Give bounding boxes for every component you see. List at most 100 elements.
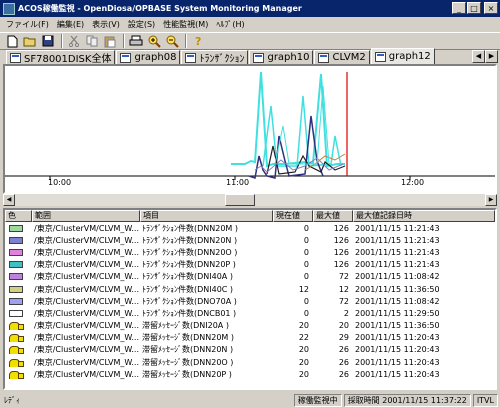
max-value-cell: 29 <box>338 333 349 343</box>
list-item[interactable]: /東京/ClusterVM/CLVM_W... ﾄﾗﾝｻﾞｸｼｮﾝ件数(DNI40… <box>5 271 495 283</box>
max-datetime-cell: 2001/11/15 11:21:43 <box>355 235 440 245</box>
current-value-cell: 0 <box>303 223 309 233</box>
graph-scrollbar[interactable]: ◀ ▶ <box>3 194 497 206</box>
tab-graph12[interactable]: graph12 <box>370 48 435 65</box>
max-value-cell: 126 <box>333 223 349 233</box>
list-item[interactable]: /東京/ClusterVM/CLVM_W... 滞留ﾒｯｾｰｼﾞ数(DNN20O … <box>5 356 495 368</box>
tab-scroll-right-icon[interactable]: ▶ <box>485 50 498 63</box>
graph-icon <box>185 52 197 63</box>
current-value-cell: 12 <box>298 284 309 294</box>
toolbar-separator <box>123 34 125 48</box>
alarm-bell-icon <box>9 321 24 331</box>
scroll-left-icon[interactable]: ◀ <box>3 194 15 206</box>
save-icon[interactable] <box>40 34 56 49</box>
item-cell: 滞留ﾒｯｾｰｼﾞ数(DNN20O ) <box>142 357 234 367</box>
alarm-bell-icon <box>9 345 24 355</box>
status-ready: ﾚﾃﾞｨ <box>4 395 20 405</box>
graph-tabs: SF78001DISK全体 graph08 ﾄﾗﾝｻﾞｸｼｮﾝ graph10 … <box>0 48 500 65</box>
tab-transaction[interactable]: ﾄﾗﾝｻﾞｸｼｮﾝ <box>181 50 249 65</box>
column-header-current[interactable]: 現在値 <box>273 210 313 222</box>
column-header-scope[interactable]: 範囲 <box>32 210 140 222</box>
list-item[interactable]: /東京/ClusterVM/CLVM_W... 滞留ﾒｯｾｰｼﾞ数(DNN20N … <box>5 344 495 356</box>
print-icon[interactable] <box>128 34 144 49</box>
tab-graph08[interactable]: graph08 <box>116 50 181 65</box>
color-cell <box>5 358 32 367</box>
tab-sf78001disk[interactable]: SF78001DISK全体 <box>6 50 116 65</box>
item-cell: ﾄﾗﾝｻﾞｸｼｮﾝ件数(DNCB01 ) <box>142 308 237 318</box>
scope-cell: /東京/ClusterVM/CLVM_W... <box>34 308 140 318</box>
current-value-cell: 20 <box>298 369 309 379</box>
copy-icon[interactable] <box>84 34 100 49</box>
new-icon[interactable] <box>4 34 20 49</box>
max-datetime-cell: 2001/11/15 11:21:43 <box>355 260 440 270</box>
current-value-cell: 0 <box>303 296 309 306</box>
list-item[interactable]: /東京/ClusterVM/CLVM_W... ﾄﾗﾝｻﾞｸｼｮﾝ件数(DNI40… <box>5 283 495 295</box>
tab-label: graph08 <box>134 52 177 63</box>
color-cell <box>5 248 32 256</box>
scroll-thumb[interactable] <box>225 194 255 206</box>
column-header-max-datetime[interactable]: 最大値記録日時 <box>353 210 495 222</box>
close-button[interactable]: × <box>484 2 498 14</box>
item-cell: ﾄﾗﾝｻﾞｸｼｮﾝ件数(DNO70A ) <box>142 296 237 306</box>
tab-graph10[interactable]: graph10 <box>249 50 314 65</box>
tab-clvm2[interactable]: CLVM2 <box>314 50 370 65</box>
list-item[interactable]: /東京/ClusterVM/CLVM_W... 滞留ﾒｯｾｰｼﾞ数(DNN20P … <box>5 368 495 380</box>
app-icon <box>3 2 15 15</box>
max-datetime-cell: 2001/11/15 11:20:43 <box>355 369 440 379</box>
max-value-cell: 20 <box>338 321 349 331</box>
item-cell: 滞留ﾒｯｾｰｼﾞ数(DNN20M ) <box>142 333 234 343</box>
list-item[interactable]: /東京/ClusterVM/CLVM_W... ﾄﾗﾝｻﾞｸｼｮﾝ件数(DNN20… <box>5 259 495 271</box>
open-icon[interactable] <box>22 34 38 49</box>
tab-label: SF78001DISK全体 <box>24 54 112 65</box>
list-item[interactable]: /東京/ClusterVM/CLVM_W... 滞留ﾒｯｾｰｼﾞ数(DNN20M … <box>5 332 495 344</box>
current-value-cell: 22 <box>298 333 309 343</box>
scope-cell: /東京/ClusterVM/CLVM_W... <box>34 284 140 294</box>
scroll-track[interactable] <box>15 194 485 206</box>
color-swatch-icon <box>9 297 23 305</box>
maximize-button[interactable]: □ <box>467 2 481 14</box>
max-datetime-cell: 2001/11/15 11:36:50 <box>355 284 440 294</box>
zoom-in-icon[interactable] <box>146 34 162 49</box>
current-value-cell: 20 <box>298 345 309 355</box>
column-header-item[interactable]: 項目 <box>140 210 273 222</box>
minimize-button[interactable]: _ <box>452 2 466 14</box>
color-cell <box>5 224 32 232</box>
item-cell: 滞留ﾒｯｾｰｼﾞ数(DNN20P ) <box>142 369 232 379</box>
max-value-cell: 12 <box>338 284 349 294</box>
max-datetime-cell: 2001/11/15 11:21:43 <box>355 223 440 233</box>
scroll-right-icon[interactable]: ▶ <box>485 194 497 206</box>
menu-edit[interactable]: 編集(E) <box>53 19 88 30</box>
zoom-out-icon[interactable] <box>164 34 180 49</box>
list-item[interactable]: /東京/ClusterVM/CLVM_W... ﾄﾗﾝｻﾞｸｼｮﾝ件数(DNO70… <box>5 295 495 307</box>
menu-settings[interactable]: 設定(S) <box>124 19 159 30</box>
list-item[interactable]: /東京/ClusterVM/CLVM_W... ﾄﾗﾝｻﾞｸｼｮﾝ件数(DNN20… <box>5 222 495 234</box>
menu-file[interactable]: ファイル(F) <box>2 19 53 30</box>
x-tick-label: 12:00 <box>401 178 425 187</box>
paste-icon[interactable] <box>102 34 118 49</box>
tab-scroll-left-icon[interactable]: ◀ <box>472 50 485 63</box>
list-item[interactable]: /東京/ClusterVM/CLVM_W... ﾄﾗﾝｻﾞｸｼｮﾝ件数(DNCB0… <box>5 307 495 319</box>
list-item[interactable]: /東京/ClusterVM/CLVM_W... ﾄﾗﾝｻﾞｸｼｮﾝ件数(DNN20… <box>5 246 495 258</box>
scope-cell: /東京/ClusterVM/CLVM_W... <box>34 223 140 233</box>
color-swatch-icon <box>9 273 23 281</box>
cut-icon[interactable] <box>66 34 82 49</box>
help-icon[interactable]: ? <box>190 34 206 49</box>
x-tick-label: 11:00 <box>226 178 250 187</box>
menu-help[interactable]: ﾍﾙﾌﾟ(H) <box>212 19 248 30</box>
color-cell <box>5 321 32 331</box>
toolbar-separator <box>185 34 187 48</box>
column-header-max[interactable]: 最大値 <box>313 210 353 222</box>
current-value-cell: 0 <box>303 272 309 282</box>
list-item[interactable]: /東京/ClusterVM/CLVM_W... 滞留ﾒｯｾｰｼﾞ数(DNI20A … <box>5 320 495 332</box>
item-cell: ﾄﾗﾝｻﾞｸｼｮﾝ件数(DNI40A ) <box>142 272 233 282</box>
list-item[interactable]: /東京/ClusterVM/CLVM_W... ﾄﾗﾝｻﾞｸｼｮﾝ件数(DNN20… <box>5 234 495 246</box>
scope-cell: /東京/ClusterVM/CLVM_W... <box>34 235 140 245</box>
graph-icon <box>318 52 330 63</box>
column-header-color[interactable]: 色 <box>5 210 32 222</box>
scope-cell: /東京/ClusterVM/CLVM_W... <box>34 247 140 257</box>
menu-view[interactable]: 表示(V) <box>88 19 124 30</box>
title-bar: ACOS稼働監視 - OpenDiosa/OPBASE System Monit… <box>0 0 500 17</box>
menu-performance[interactable]: 性能監視(M) <box>159 19 212 30</box>
color-cell <box>5 370 32 379</box>
toolbar-separator <box>61 34 63 48</box>
